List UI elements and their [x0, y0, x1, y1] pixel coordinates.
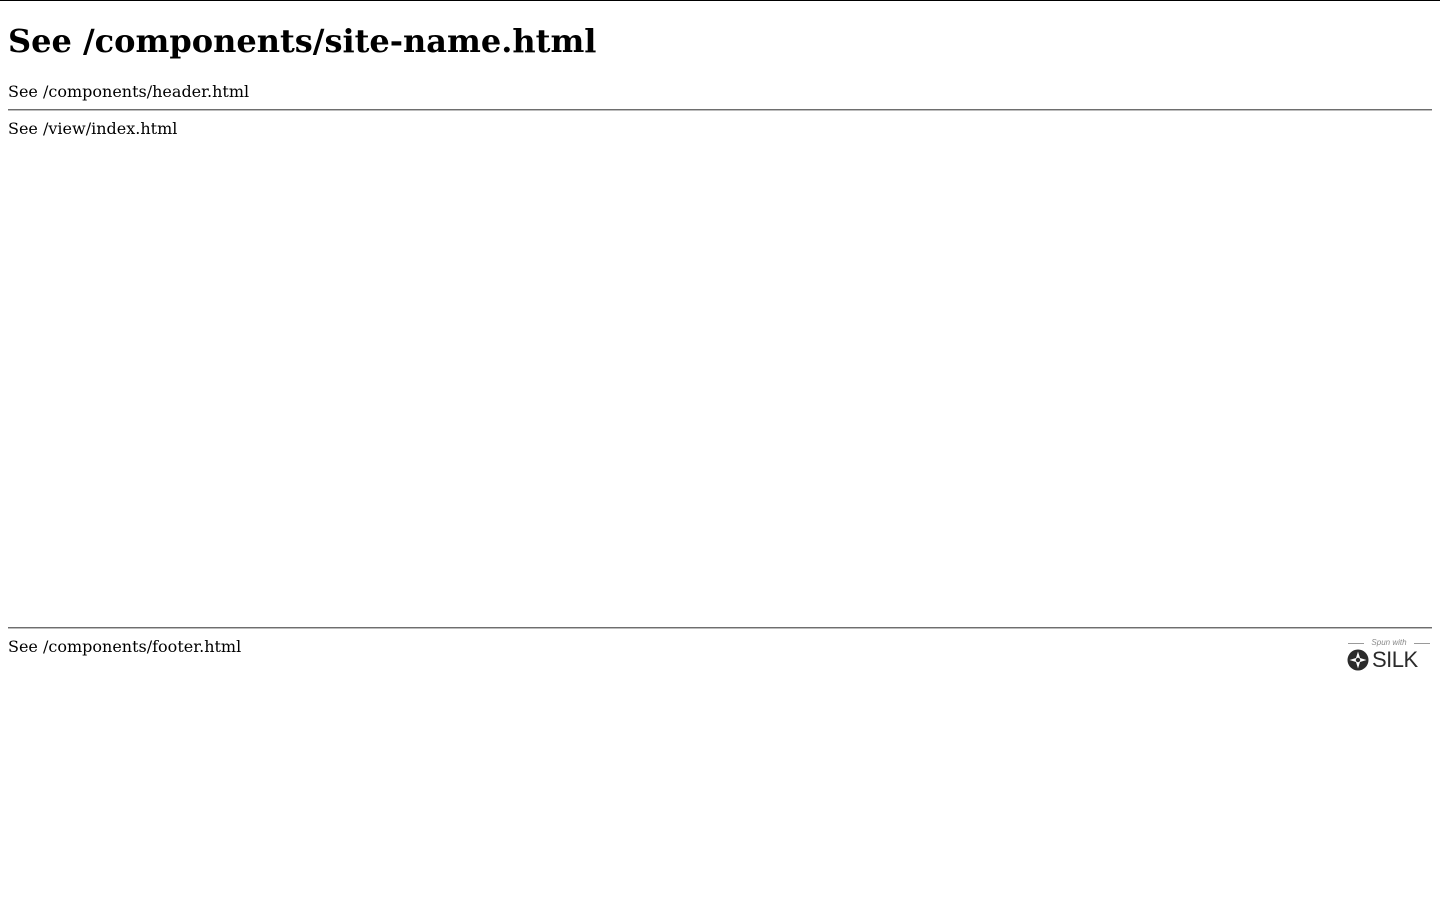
spun-with-right-line — [1414, 643, 1430, 644]
footer-placeholder-text: See /components/footer.html — [8, 637, 242, 656]
spun-with-left-line — [1348, 643, 1364, 644]
silk-wordmark: SILK — [1372, 647, 1418, 672]
header-divider — [8, 109, 1432, 111]
footer-divider — [8, 627, 1432, 629]
header-placeholder-text: See /components/header.html — [8, 82, 250, 101]
main-content-placeholder-text: See /view/index.html — [8, 119, 178, 138]
silk-logo-icon — [1347, 649, 1369, 671]
top-border — [0, 0, 1440, 1]
site-name-heading: See /components/site-name.html — [8, 22, 597, 60]
spun-with-silk-badge[interactable]: Spun with SILK — [1346, 637, 1432, 675]
